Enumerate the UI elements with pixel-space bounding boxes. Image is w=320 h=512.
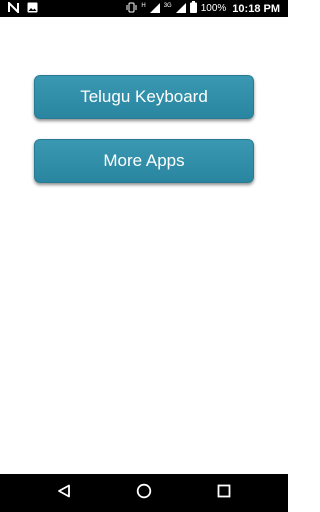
vibrate-icon bbox=[126, 2, 137, 16]
n-notification-icon bbox=[8, 0, 19, 18]
telugu-keyboard-button-label: Telugu Keyboard bbox=[80, 87, 208, 106]
recent-apps-icon bbox=[217, 484, 231, 503]
home-icon bbox=[136, 483, 152, 504]
more-apps-button-label: More Apps bbox=[103, 151, 185, 170]
status-clock: 10:18 PM bbox=[232, 2, 280, 15]
cell-signal-icon bbox=[175, 2, 186, 16]
battery-percent: 100% bbox=[200, 3, 227, 14]
system-status-area: H 3G 100% 10:18 PM bbox=[126, 0, 280, 17]
telugu-keyboard-button[interactable]: Telugu Keyboard bbox=[34, 75, 254, 119]
back-icon bbox=[57, 484, 71, 503]
navigation-bar bbox=[0, 474, 288, 512]
notification-area bbox=[8, 0, 38, 18]
back-button[interactable] bbox=[44, 474, 84, 512]
home-button[interactable] bbox=[124, 474, 164, 512]
signal-type-label-h: H bbox=[141, 2, 146, 9]
image-notification-icon bbox=[27, 0, 38, 18]
more-apps-button[interactable]: More Apps bbox=[34, 139, 254, 183]
recent-apps-button[interactable] bbox=[204, 474, 244, 512]
status-bar: H 3G 100% 10:18 PM bbox=[0, 0, 288, 17]
wifi-signal-icon bbox=[149, 2, 160, 16]
battery-icon bbox=[189, 1, 197, 16]
signal-type-label-3g: 3G bbox=[163, 2, 172, 9]
